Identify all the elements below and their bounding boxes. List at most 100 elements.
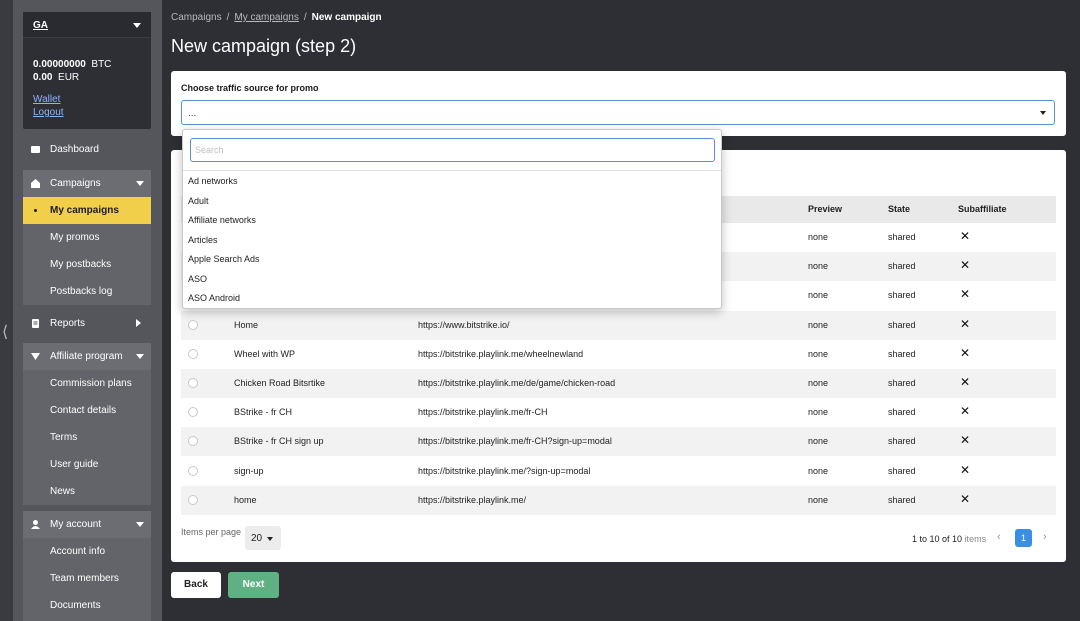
clipboard-icon — [32, 319, 39, 328]
row-state: shared — [888, 465, 916, 476]
dropdown-option[interactable]: ASO — [188, 274, 207, 284]
dropdown-search-box — [190, 138, 715, 162]
wallet-link[interactable]: Wallet — [33, 94, 60, 105]
account-panel: GA 0.00000000 BTC 0.00 EUR Wallet Logout — [23, 12, 151, 129]
sidebar: GA 0.00000000 BTC 0.00 EUR Wallet Logout… — [13, 0, 162, 621]
page-button-current[interactable]: 1 — [1015, 529, 1032, 547]
dropdown-option[interactable]: Adult — [188, 196, 209, 206]
sidebar-item-dashboard[interactable]: Dashboard — [23, 136, 151, 163]
dropdown-option[interactable]: Apple Search Ads — [188, 254, 260, 264]
campaigns-submenu: My campaigns My promos My postbacks Post… — [23, 197, 151, 305]
row-state: shared — [888, 290, 916, 301]
sidebar-item-label: Terms — [50, 432, 78, 443]
traffic-source-select[interactable]: ... — [181, 100, 1055, 125]
sidebar-item-my-campaigns[interactable]: My campaigns — [23, 197, 151, 224]
sidebar-item-my-promos[interactable]: My promos — [23, 224, 151, 251]
column-header-subaffiliate[interactable]: Subaffiliate — [958, 204, 1007, 214]
next-button[interactable]: Next — [228, 572, 279, 598]
column-header-preview[interactable]: Preview — [808, 204, 842, 214]
sidebar-item-label: News — [50, 486, 76, 497]
home-icon — [31, 179, 40, 188]
row-radio[interactable] — [188, 378, 198, 388]
close-icon: ✕ — [960, 258, 971, 273]
chevron-down-icon — [267, 537, 273, 541]
dropdown-search-input[interactable] — [195, 142, 705, 158]
sidebar-item-label: My campaigns — [50, 205, 119, 216]
row-preview: none — [808, 465, 829, 476]
active-dot-icon — [34, 209, 37, 212]
dropdown-option[interactable]: Ad networks — [188, 176, 238, 186]
row-radio[interactable] — [188, 348, 198, 359]
row-state: shared — [888, 348, 916, 359]
sidebar-group-affiliate-program[interactable]: Affiliate program — [23, 343, 151, 370]
row-url: https://bitstrike.playlink.me/fr-CH?sign… — [418, 436, 612, 447]
sidebar-item-label: Account info — [50, 546, 106, 557]
table-row[interactable]: Wheel with WP https://bitstrike.playlink.… — [181, 340, 1056, 369]
sidebar-item-label: Reports — [50, 318, 86, 329]
dropdown-option[interactable]: Affiliate networks — [188, 215, 256, 225]
sidebar-collapse-strip[interactable]: ⟨ — [0, 0, 13, 621]
sidebar-item-label: Dashboard — [50, 144, 99, 155]
row-state: shared — [888, 407, 916, 418]
sidebar-item-contact-details[interactable]: Contact details — [23, 397, 151, 424]
sidebar-item-my-postbacks[interactable]: My postbacks — [23, 251, 151, 278]
column-header-state[interactable]: State — [888, 204, 910, 214]
table-row[interactable]: Home https://www.bitstrike.io/none shared ✕ — [181, 310, 1056, 340]
sidebar-item-label: My promos — [50, 232, 100, 243]
breadcrumb-separator: / — [303, 12, 307, 23]
breadcrumb: Campaigns / My campaigns / New campaign — [171, 12, 382, 23]
row-state: shared — [888, 319, 916, 330]
row-radio[interactable] — [188, 494, 198, 505]
account-selector[interactable]: GA — [23, 12, 151, 38]
sidebar-group-campaigns[interactable]: Campaigns — [23, 170, 151, 197]
row-state: shared — [888, 494, 916, 505]
sidebar-group-my-account[interactable]: My account — [23, 511, 151, 538]
sidebar-item-team-members[interactable]: Team members — [23, 565, 151, 592]
close-icon: ✕ — [960, 287, 971, 302]
account-submenu: Account info Team members Documents — [23, 538, 151, 621]
breadcrumb-parent-link[interactable]: My campaigns — [234, 12, 298, 23]
sidebar-item-postbacks-log[interactable]: Postbacks log — [23, 278, 151, 305]
row-preview: none — [808, 407, 829, 418]
items-per-page-label: Items per page — [181, 527, 242, 537]
breadcrumb-separator: / — [226, 12, 230, 23]
row-radio[interactable] — [188, 436, 198, 447]
items-per-page-select[interactable]: 20 — [245, 526, 281, 550]
btc-balance: 0.00000000 BTC — [33, 59, 112, 70]
row-radio[interactable] — [188, 319, 198, 330]
dropdown-divider — [183, 170, 721, 171]
table-row[interactable]: sign-up https://bitstrike.playlink.me/?si… — [181, 457, 1056, 486]
sidebar-item-label: Documents — [50, 600, 101, 611]
row-radio[interactable] — [188, 465, 198, 476]
row-state: shared — [888, 261, 916, 272]
chevron-right-icon[interactable]: › — [1043, 531, 1047, 543]
sidebar-item-commission-plans[interactable]: Commission plans — [23, 370, 151, 397]
sidebar-item-account-info[interactable]: Account info — [23, 538, 151, 565]
chevron-down-icon — [133, 23, 141, 28]
affiliate-submenu: Commission plans Contact details Terms U… — [23, 370, 151, 505]
account-name: GA — [33, 20, 48, 31]
back-button[interactable]: Back — [171, 572, 221, 598]
table-row[interactable]: Chicken Road Bitsrtike https://bitstrike.… — [181, 369, 1056, 398]
sidebar-item-terms[interactable]: Terms — [23, 424, 151, 451]
breadcrumb-root[interactable]: Campaigns — [171, 12, 222, 23]
logout-link[interactable]: Logout — [33, 107, 64, 118]
dropdown-option[interactable]: Articles — [188, 235, 218, 245]
sidebar-item-label: User guide — [50, 459, 99, 470]
table-row[interactable]: home https://bitstrike.playlink.me/none sh… — [181, 485, 1056, 515]
collapse-sidebar-icon[interactable]: ⟨ — [2, 322, 8, 341]
sidebar-item-reports[interactable]: Reports — [23, 310, 151, 337]
sidebar-item-user-guide[interactable]: User guide — [23, 451, 151, 478]
dropdown-option[interactable]: ASO Android — [188, 293, 240, 303]
row-preview: none — [808, 319, 829, 330]
row-preview: none — [808, 494, 829, 505]
chevron-right-icon — [136, 319, 141, 327]
row-name: home — [234, 494, 257, 505]
sidebar-item-documents[interactable]: Documents — [23, 592, 151, 619]
table-row[interactable]: BStrike - fr CH https://bitstrike.playlin… — [181, 398, 1056, 427]
sidebar-item-label: My postbacks — [50, 259, 112, 270]
row-radio[interactable] — [188, 407, 198, 418]
chevron-left-icon[interactable]: ‹ — [997, 531, 1001, 543]
sidebar-item-news[interactable]: News — [23, 478, 151, 505]
table-row[interactable]: BStrike - fr CH sign up https://bitstrike… — [181, 427, 1056, 457]
